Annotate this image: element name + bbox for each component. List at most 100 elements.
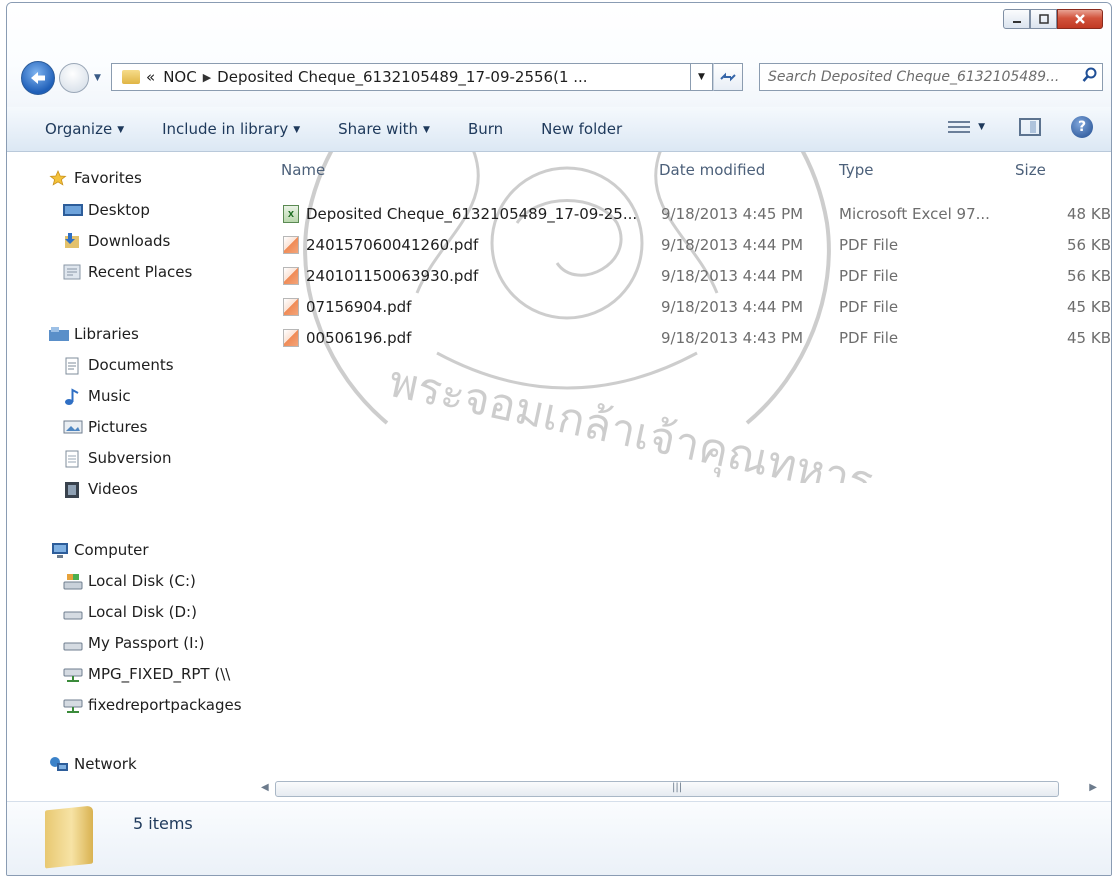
- sidebar-item-label: fixedreportpackages: [88, 696, 242, 714]
- excel-icon: X: [283, 205, 299, 223]
- new-folder-button[interactable]: New folder: [541, 120, 622, 138]
- breadcrumb-item-current[interactable]: Deposited Cheque_6132105489_17-09-2556(1…: [217, 68, 587, 86]
- help-icon[interactable]: ?: [1071, 116, 1093, 138]
- sidebar-item-local-disk-d[interactable]: Local Disk (D:): [63, 603, 197, 621]
- column-header-date-modified[interactable]: Date modified: [659, 161, 765, 179]
- share-with-button[interactable]: Share with ▼: [338, 120, 430, 138]
- system-drive-icon: [63, 573, 83, 590]
- item-count: 5 items: [133, 814, 193, 833]
- burn-button[interactable]: Burn: [468, 120, 503, 138]
- sidebar-item-recent-places[interactable]: Recent Places: [63, 263, 192, 281]
- navigation-pane: Favorites Desktop Downloads Recent Place…: [7, 153, 267, 793]
- star-icon: [49, 170, 67, 186]
- search-icon[interactable]: [1078, 67, 1102, 87]
- chevron-down-icon[interactable]: ▼: [978, 122, 985, 132]
- table-row[interactable]: X Deposited Cheque_6132105489_17-09-25...…: [269, 199, 1111, 229]
- sidebar-favorites[interactable]: Favorites: [49, 169, 142, 187]
- file-date: 9/18/2013 4:44 PM: [661, 236, 804, 254]
- navigation-row: ▼ « NOC ▶ Deposited Cheque_6132105489_17…: [7, 59, 1111, 99]
- sidebar-item-my-passport[interactable]: My Passport (I:): [63, 634, 204, 652]
- breadcrumb-overflow[interactable]: «: [146, 68, 155, 86]
- file-date: 9/18/2013 4:43 PM: [661, 329, 804, 347]
- documents-icon: [63, 357, 81, 375]
- sidebar-computer-label: Computer: [74, 541, 149, 559]
- table-row[interactable]: 00506196.pdf 9/18/2013 4:43 PM PDF File …: [269, 323, 1111, 353]
- sidebar-item-downloads[interactable]: Downloads: [63, 232, 170, 250]
- address-history-dropdown[interactable]: ▼: [691, 63, 713, 91]
- chevron-down-icon: ▼: [117, 125, 125, 135]
- table-row[interactable]: 07156904.pdf 9/18/2013 4:44 PM PDF File …: [269, 292, 1111, 322]
- sidebar-item-subversion[interactable]: Subversion: [63, 449, 172, 468]
- sidebar-item-label: Local Disk (C:): [88, 572, 196, 590]
- sidebar-item-label: MPG_FIXED_RPT (\\: [88, 665, 231, 683]
- pictures-icon: [63, 419, 83, 435]
- file-name-cell: 00506196.pdf: [283, 329, 411, 347]
- scroll-right-icon[interactable]: ▶: [1089, 782, 1097, 793]
- pdf-icon: [283, 267, 299, 285]
- file-type: PDF File: [839, 329, 899, 347]
- sidebar-item-desktop[interactable]: Desktop: [63, 201, 150, 219]
- details-pane: 5 items: [7, 801, 1111, 875]
- sidebar-item-music[interactable]: Music: [63, 387, 131, 405]
- network-drive-icon: [63, 666, 83, 682]
- file-name-cell: 240101150063930.pdf: [283, 267, 478, 285]
- file-list: Name Date modified Type Size X Deposited …: [269, 153, 1111, 773]
- file-size: 45 KB: [1067, 298, 1111, 316]
- column-header-type[interactable]: Type: [839, 161, 873, 179]
- sidebar-item-videos[interactable]: Videos: [63, 480, 138, 498]
- chevron-right-icon[interactable]: ▶: [203, 71, 211, 84]
- maximize-button[interactable]: [1030, 9, 1057, 29]
- table-row[interactable]: 240157060041260.pdf 9/18/2013 4:44 PM PD…: [269, 230, 1111, 260]
- sidebar-item-fixedreportpackages[interactable]: fixedreportpackages: [63, 696, 242, 714]
- back-button[interactable]: [21, 61, 55, 95]
- scrollbar-thumb[interactable]: |||: [275, 781, 1059, 797]
- breadcrumb-item-noc[interactable]: NOC: [163, 68, 197, 86]
- folder-icon: [122, 70, 140, 84]
- view-options-icon[interactable]: [948, 116, 971, 138]
- file-date: 9/18/2013 4:44 PM: [661, 267, 804, 285]
- search-placeholder: Search Deposited Cheque_6132105489...: [768, 69, 1060, 85]
- music-icon: [63, 388, 81, 405]
- column-header-name[interactable]: Name: [281, 161, 325, 179]
- sidebar-item-documents[interactable]: Documents: [63, 356, 174, 375]
- table-row[interactable]: 240101150063930.pdf 9/18/2013 4:44 PM PD…: [269, 261, 1111, 291]
- libraries-icon: [49, 326, 69, 342]
- maximize-icon: [1038, 14, 1049, 24]
- pdf-icon: [283, 298, 299, 316]
- search-input[interactable]: Search Deposited Cheque_6132105489...: [759, 63, 1103, 91]
- sidebar-computer[interactable]: Computer: [49, 541, 149, 559]
- hard-drive-icon: [63, 604, 83, 620]
- sidebar-item-label: Downloads: [88, 232, 171, 250]
- sidebar-item-label: Videos: [88, 480, 138, 498]
- organize-button[interactable]: Organize ▼: [45, 120, 124, 138]
- refresh-button[interactable]: [713, 63, 743, 91]
- sidebar-item-mpg-fixed-rpt[interactable]: MPG_FIXED_RPT (\\: [63, 665, 230, 683]
- scroll-left-icon[interactable]: ◀: [261, 782, 269, 793]
- sidebar-network[interactable]: Network: [49, 755, 137, 773]
- sidebar-item-local-disk-c[interactable]: Local Disk (C:): [63, 572, 196, 590]
- sidebar-item-label: Desktop: [88, 201, 150, 219]
- file-type: PDF File: [839, 267, 899, 285]
- chevron-down-icon: ▼: [423, 125, 430, 135]
- hard-drive-icon: [63, 635, 83, 651]
- column-header-size[interactable]: Size: [1015, 161, 1046, 179]
- window-controls: [1003, 9, 1103, 29]
- include-in-library-button[interactable]: Include in library ▼: [162, 120, 300, 138]
- sidebar-item-pictures[interactable]: Pictures: [63, 418, 147, 436]
- desktop-icon: [63, 202, 83, 218]
- horizontal-scrollbar[interactable]: ◀ ||| ▶: [261, 779, 1097, 799]
- recent-pages-dropdown[interactable]: ▼: [94, 73, 101, 83]
- minimize-button[interactable]: [1003, 9, 1030, 29]
- address-bar[interactable]: « NOC ▶ Deposited Cheque_6132105489_17-0…: [111, 63, 691, 91]
- subversion-icon: [63, 450, 81, 468]
- close-button[interactable]: [1057, 9, 1103, 29]
- sidebar-item-label: Pictures: [88, 418, 148, 436]
- preview-pane-icon[interactable]: [1019, 118, 1041, 136]
- network-drive-icon: [63, 697, 83, 713]
- pdf-icon: [283, 329, 299, 347]
- file-size: 56 KB: [1067, 236, 1111, 254]
- explorer-window: พระจอมเกล้าเจ้าคุณทหาร ▼ « NOC ▶ Deposit…: [6, 2, 1112, 876]
- sidebar-libraries[interactable]: Libraries: [49, 325, 139, 343]
- forward-button[interactable]: [59, 63, 89, 93]
- command-bar: Organize ▼ Include in library ▼ Share with…: [7, 107, 1111, 152]
